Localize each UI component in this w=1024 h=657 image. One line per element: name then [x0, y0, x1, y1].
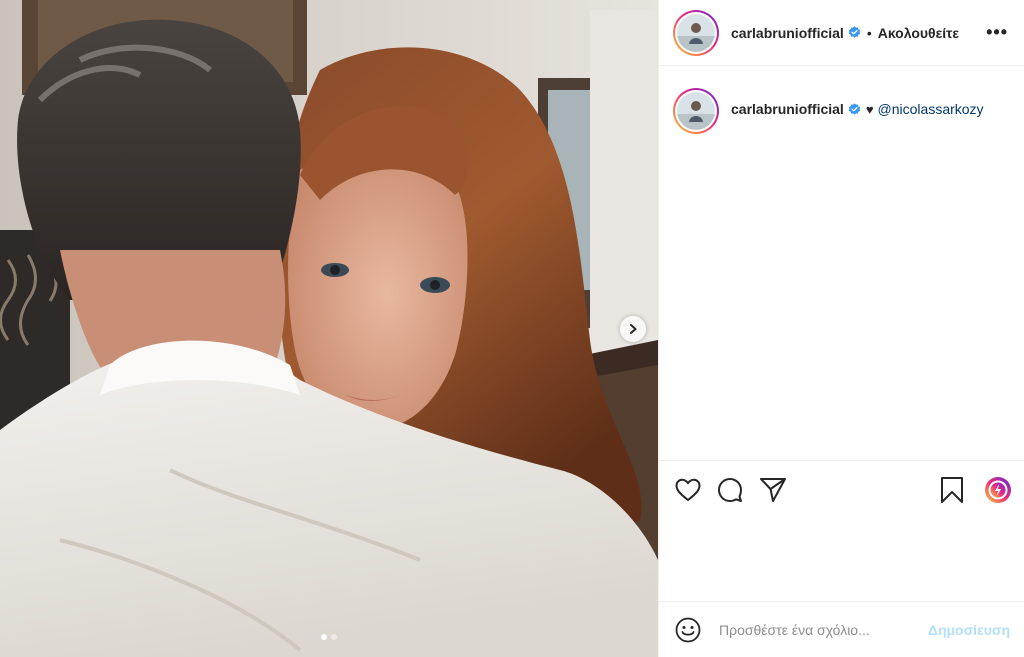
caption-text: carlabruniofficial ♥ @nicolassarkozy	[731, 101, 984, 117]
more-options-icon[interactable]: •••	[986, 22, 1008, 43]
following-button[interactable]: Ακολουθείτε	[878, 25, 959, 41]
caption-avatar[interactable]	[673, 88, 719, 134]
avatar-image	[677, 92, 715, 130]
caption-username[interactable]: carlabruniofficial	[731, 101, 844, 117]
avatar[interactable]	[673, 9, 719, 56]
comment-input[interactable]	[717, 620, 907, 639]
slide-indicator	[0, 634, 658, 640]
like-button[interactable]	[675, 478, 701, 502]
post-comment-button[interactable]: Δημοσίευση	[928, 622, 1010, 638]
bookmark-icon	[941, 476, 963, 503]
emoji-icon	[675, 617, 701, 642]
slide-dot-active	[321, 634, 327, 640]
action-bar	[659, 460, 1024, 518]
heart-icon	[675, 478, 701, 501]
comment-bar: Δημοσίευση	[659, 601, 1024, 657]
caption-heart: ♥	[865, 101, 874, 117]
post-header: carlabruniofficial • Ακολουθείτε •••	[659, 0, 1024, 66]
verified-badge-icon	[848, 26, 861, 39]
caption: carlabruniofficial ♥ @nicolassarkozy	[659, 66, 1024, 134]
header-username[interactable]: carlabruniofficial	[731, 25, 844, 41]
emoji-button[interactable]	[675, 617, 701, 643]
share-icon	[760, 477, 786, 502]
next-slide-button[interactable]	[620, 316, 646, 342]
instagram-post: carlabruniofficial • Ακολουθείτε ••• car…	[0, 0, 1024, 657]
mention-link[interactable]: @nicolassarkozy	[878, 101, 984, 117]
slide-dot	[331, 634, 337, 640]
verified-badge-icon	[848, 102, 861, 116]
comment-icon	[718, 477, 742, 502]
avatar-image	[677, 13, 715, 52]
post-photo[interactable]	[0, 0, 658, 657]
separator-bullet: •	[866, 24, 872, 41]
chevron-right-icon	[630, 324, 637, 334]
post-sidebar: carlabruniofficial • Ακολουθείτε ••• car…	[658, 0, 1024, 657]
boost-icon	[985, 476, 1011, 503]
boost-button[interactable]	[984, 476, 1012, 504]
save-button[interactable]	[940, 476, 964, 504]
photo-scene	[0, 0, 658, 657]
share-button[interactable]	[759, 477, 787, 503]
comment-button[interactable]	[717, 477, 743, 503]
